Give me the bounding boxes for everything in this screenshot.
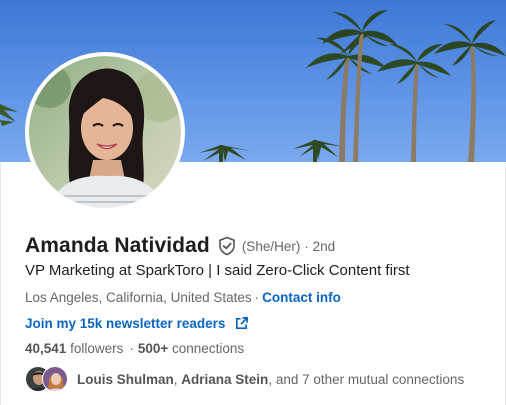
mutual-rest: , and 7 other mutual connections bbox=[268, 371, 465, 387]
separator-dot: · bbox=[129, 341, 134, 356]
separator-dot: · bbox=[254, 290, 260, 305]
profile-name: Amanda Natividad bbox=[25, 234, 210, 257]
followers-label: followers bbox=[70, 341, 124, 356]
newsletter-row[interactable]: Join my 15k newsletter readers bbox=[25, 316, 249, 331]
card-border bbox=[0, 162, 1, 405]
verified-shield-icon[interactable] bbox=[218, 236, 236, 256]
mutual-person-name[interactable]: Adriana Stein bbox=[181, 372, 268, 387]
mutual-avatars[interactable] bbox=[25, 366, 69, 392]
avatar-photo bbox=[29, 56, 181, 208]
followers-count: 40,541 bbox=[25, 341, 67, 356]
connections-count[interactable]: 500+ bbox=[138, 341, 168, 356]
stats-row: 40,541 followers · 500+ connections bbox=[25, 341, 244, 356]
mutual-person-name[interactable]: Louis Shulman bbox=[77, 372, 174, 387]
mutual-connections[interactable]: Louis Shulman, Adriana Stein, and 7 othe… bbox=[25, 366, 464, 392]
connections-label[interactable]: connections bbox=[172, 341, 244, 356]
newsletter-link[interactable]: Join my 15k newsletter readers bbox=[25, 316, 225, 331]
mutual-connections-text[interactable]: Louis Shulman, Adriana Stein, and 7 othe… bbox=[77, 372, 464, 387]
profile-headline: VP Marketing at SparkToro | I said Zero-… bbox=[25, 262, 410, 279]
external-link-icon[interactable] bbox=[234, 316, 249, 331]
connection-degree: · 2nd bbox=[304, 238, 336, 254]
person-photo-icon bbox=[43, 367, 67, 391]
pronouns: (She/Her) bbox=[241, 238, 301, 254]
profile-avatar[interactable] bbox=[25, 52, 185, 212]
contact-info-link[interactable]: Contact info bbox=[262, 290, 341, 305]
location-row: Los Angeles, California, United States · C… bbox=[25, 290, 341, 305]
name-row: Amanda Natividad (She/Her) · 2nd bbox=[25, 233, 335, 259]
avatar[interactable] bbox=[42, 366, 68, 392]
profile-location: Los Angeles, California, United States bbox=[25, 290, 252, 305]
